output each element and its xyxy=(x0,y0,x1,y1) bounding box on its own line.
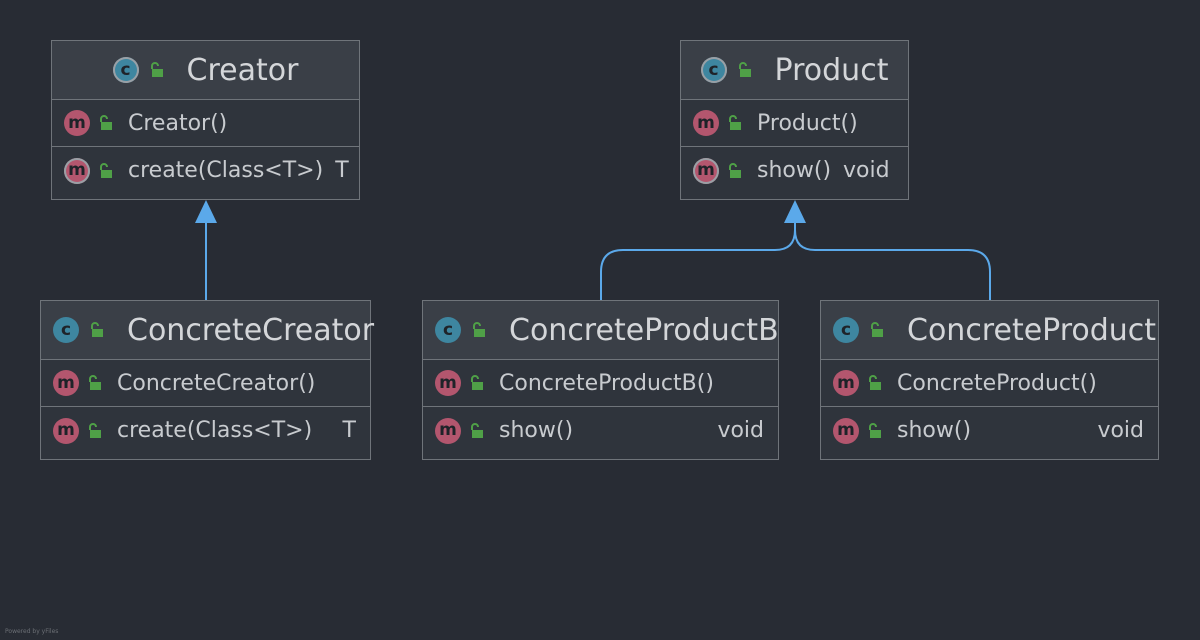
inheritance-arrowhead xyxy=(784,200,806,223)
class-header: c ConcreteProductB xyxy=(423,301,779,360)
member-row[interactable]: m create(Class<T>) T xyxy=(41,407,370,454)
member-name: Product() xyxy=(757,110,858,136)
member-type: void xyxy=(1097,418,1144,443)
unlocked-lock-icon xyxy=(89,422,101,438)
class-concrete-product-b[interactable]: c ConcreteProductB m ConcreteProductB() … xyxy=(422,300,779,460)
member-name: create(Class<T>) xyxy=(128,158,324,183)
method-icon: m xyxy=(435,417,461,444)
class-name: ConcreteProductB xyxy=(509,312,779,348)
class-name: ConcreteProduct xyxy=(907,312,1157,348)
class-icon: c xyxy=(53,317,79,343)
member-row[interactable]: m Product() xyxy=(681,100,908,147)
member-name: show() xyxy=(897,418,972,443)
edge-concreteproduct-to-product xyxy=(794,222,991,300)
method-icon: m xyxy=(833,417,859,444)
member-row[interactable]: m create(Class<T>) T xyxy=(52,147,359,194)
member-name: show() xyxy=(757,158,832,183)
member-row[interactable]: m ConcreteProductB() xyxy=(423,360,778,407)
member-type: T xyxy=(342,418,356,443)
member-row[interactable]: m show() void xyxy=(423,407,778,454)
member-type: T xyxy=(335,158,349,183)
unlocked-lock-icon xyxy=(473,322,485,337)
method-icon: m xyxy=(53,370,79,396)
class-header: c Creator xyxy=(52,41,359,100)
class-name: Creator xyxy=(186,52,299,88)
unlocked-lock-icon xyxy=(729,162,741,178)
member-type: void xyxy=(717,418,764,443)
unlocked-lock-icon xyxy=(89,375,101,390)
unlocked-lock-icon xyxy=(471,422,483,438)
unlocked-lock-icon xyxy=(729,115,741,130)
member-name: Creator() xyxy=(128,110,228,136)
edge-concreteproductb-to-product xyxy=(600,222,796,300)
abstract-method-icon: m xyxy=(64,157,90,184)
member-type: void xyxy=(843,158,890,183)
abstract-method-icon: m xyxy=(693,157,719,184)
unlocked-lock-icon xyxy=(738,62,751,77)
member-name: show() xyxy=(499,418,574,443)
unlocked-lock-icon xyxy=(871,322,883,337)
method-icon: m xyxy=(64,110,90,136)
member-row[interactable]: m ConcreteCreator() xyxy=(41,360,370,407)
unlocked-lock-icon xyxy=(869,375,881,390)
unlocked-lock-icon xyxy=(869,422,881,438)
class-header: c Product xyxy=(681,41,908,100)
class-icon: c xyxy=(833,317,859,343)
method-icon: m xyxy=(833,370,859,396)
class-concrete-product[interactable]: c ConcreteProduct m ConcreteProduct() m … xyxy=(820,300,1159,460)
member-name: ConcreteCreator() xyxy=(117,370,316,396)
class-concrete-creator[interactable]: c ConcreteCreator m ConcreteCreator() m … xyxy=(40,300,374,460)
abstract-class-icon: c xyxy=(700,57,727,83)
class-icon: c xyxy=(435,317,461,343)
abstract-class-icon: c xyxy=(112,57,139,83)
class-creator[interactable]: c Creator m Creator() m create(Class<T>)… xyxy=(51,40,360,200)
member-row[interactable]: m show() void xyxy=(681,147,908,194)
method-icon: m xyxy=(693,110,719,136)
member-row[interactable]: m ConcreteProduct() xyxy=(821,360,1158,407)
inheritance-arrowhead xyxy=(195,200,217,223)
member-row[interactable]: m Creator() xyxy=(52,100,359,147)
method-icon: m xyxy=(53,417,79,444)
member-name: ConcreteProductB() xyxy=(499,370,714,396)
member-row[interactable]: m show() void xyxy=(821,407,1158,454)
unlocked-lock-icon xyxy=(91,322,103,337)
class-header: c ConcreteCreator xyxy=(41,301,374,360)
class-name: Product xyxy=(774,52,889,88)
member-name: ConcreteProduct() xyxy=(897,370,1097,396)
unlocked-lock-icon xyxy=(100,115,112,130)
class-product[interactable]: c Product m Product() m show() void xyxy=(680,40,909,200)
unlocked-lock-icon xyxy=(150,62,163,77)
member-name: create(Class<T>) xyxy=(117,418,313,443)
method-icon: m xyxy=(435,370,461,396)
unlocked-lock-icon xyxy=(471,375,483,390)
class-name: ConcreteCreator xyxy=(127,312,375,348)
watermark: Powered by yFiles xyxy=(5,628,59,635)
unlocked-lock-icon xyxy=(100,162,112,178)
class-header: c ConcreteProduct xyxy=(821,301,1158,360)
